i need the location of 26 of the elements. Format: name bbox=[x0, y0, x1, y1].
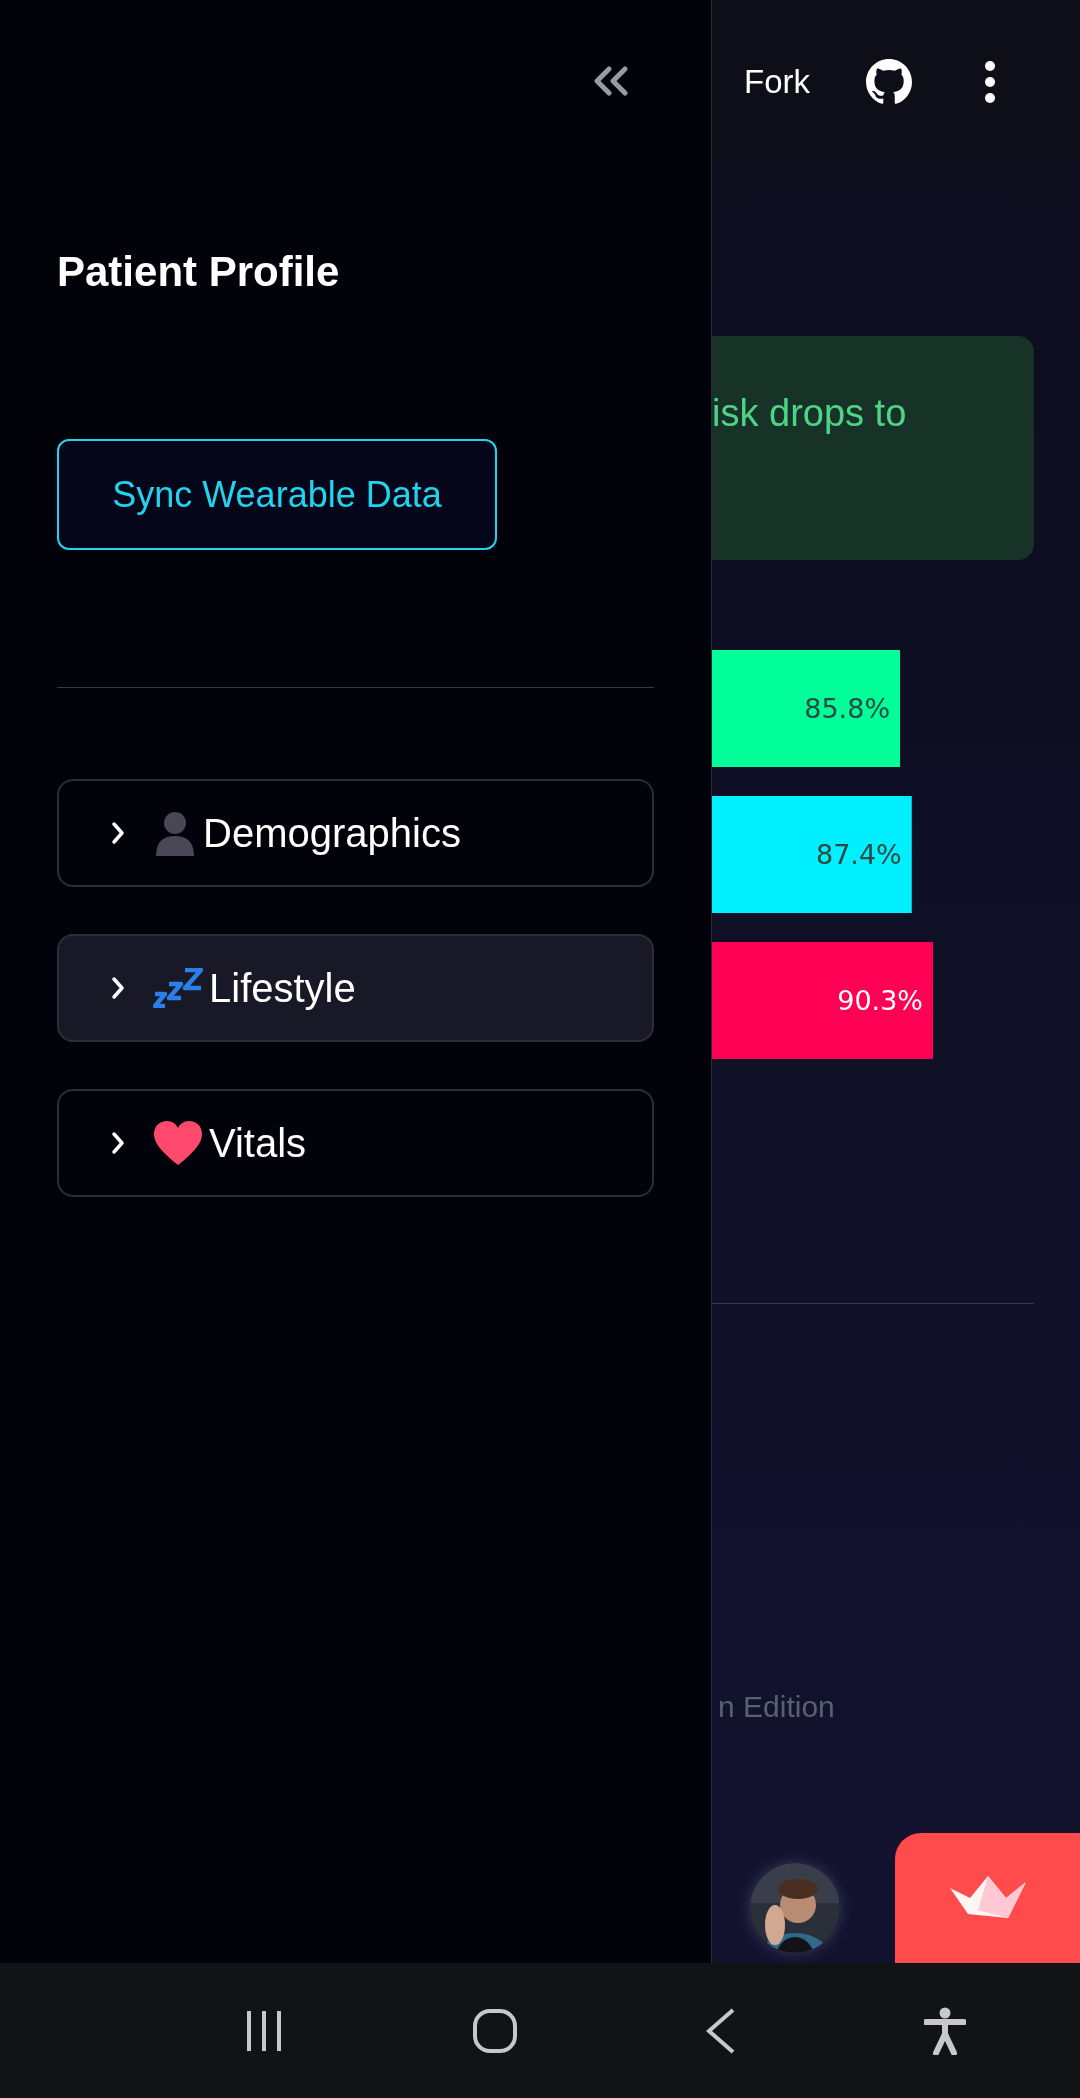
expander-header[interactable]: Lifestyle bbox=[57, 934, 654, 1042]
bar-value-label: 90.3% bbox=[837, 985, 923, 1016]
zzz-icon bbox=[153, 968, 203, 1008]
alert-text: isk drops to bbox=[712, 392, 907, 435]
accessibility-icon[interactable] bbox=[924, 2006, 966, 2055]
collapse-sidebar-icon[interactable] bbox=[592, 66, 630, 96]
sidebar-title: Patient Profile bbox=[57, 248, 341, 296]
heart-icon bbox=[153, 1120, 203, 1166]
recent-apps-icon[interactable] bbox=[244, 2008, 284, 2053]
footer-text: n Edition bbox=[718, 1690, 835, 1724]
expander-header[interactable]: Vitals bbox=[57, 1089, 654, 1197]
expander-header[interactable]: Demographics bbox=[57, 779, 654, 887]
crown-icon bbox=[947, 1875, 1028, 1921]
home-icon[interactable] bbox=[472, 2007, 518, 2054]
chevron-icon bbox=[111, 821, 125, 845]
fork-label[interactable]: Fork bbox=[744, 62, 810, 101]
person-icon bbox=[153, 810, 197, 856]
chevron-icon bbox=[111, 1131, 125, 1155]
bar-value-label: 87.4% bbox=[816, 839, 902, 870]
chevron-icon bbox=[111, 976, 125, 1000]
back-icon[interactable] bbox=[706, 2007, 736, 2054]
app-badge[interactable] bbox=[895, 1833, 1080, 1963]
sync-button[interactable]: Sync Wearable Data bbox=[57, 439, 497, 550]
more-menu-icon[interactable] bbox=[984, 59, 996, 104]
github-icon[interactable] bbox=[866, 58, 912, 105]
bar-value-label: 85.8% bbox=[804, 693, 891, 724]
